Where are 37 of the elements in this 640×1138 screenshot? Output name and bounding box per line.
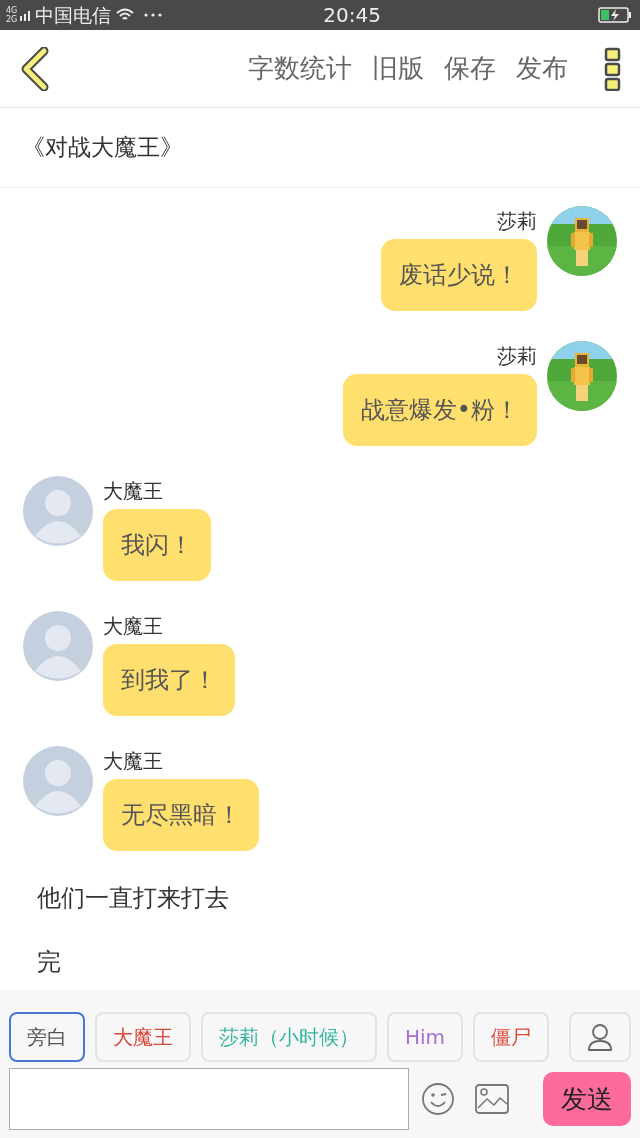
message-bubble: 到我了！ bbox=[103, 644, 235, 716]
more-icon bbox=[143, 12, 164, 18]
carrier-name: 中国电信 bbox=[35, 2, 112, 28]
message-bubble: 我闪！ bbox=[103, 509, 211, 581]
header-action[interactable]: 字数统计 bbox=[248, 49, 352, 88]
header-action[interactable]: 旧版 bbox=[372, 49, 424, 88]
story-title: 《对战大魔王》 bbox=[22, 133, 183, 163]
network-label: 2G bbox=[6, 15, 18, 24]
speaker-name: 莎莉 bbox=[497, 209, 537, 233]
speaker-name: 莎莉 bbox=[497, 344, 537, 368]
speaker-name: 大魔王 bbox=[103, 749, 163, 773]
character-tab[interactable]: 大魔王 bbox=[95, 1012, 191, 1062]
message-bubble: 无尽黑暗！ bbox=[103, 779, 259, 851]
character-tab[interactable]: 僵尸 bbox=[473, 1012, 550, 1062]
narration-text: 他们一直打来打去 bbox=[36, 883, 230, 914]
menu-button[interactable] bbox=[604, 46, 622, 91]
send-button[interactable]: 发送 bbox=[543, 1072, 631, 1126]
speaker-name: 大魔王 bbox=[103, 614, 163, 638]
header-action[interactable]: 保存 bbox=[444, 49, 496, 88]
narration-text: 完 bbox=[36, 947, 62, 978]
person-icon bbox=[588, 1023, 612, 1051]
network-label: 4G bbox=[6, 6, 18, 15]
user-button[interactable] bbox=[569, 1012, 631, 1062]
header-action[interactable]: 发布 bbox=[516, 49, 568, 88]
avatar-icon bbox=[23, 611, 93, 681]
message-input[interactable] bbox=[9, 1068, 409, 1130]
battery-icon bbox=[598, 7, 632, 23]
emoji-button[interactable] bbox=[421, 1082, 455, 1116]
message-bubble: 战意爆发•粉！ bbox=[342, 374, 537, 446]
avatar-icon bbox=[23, 476, 93, 546]
message-bubble: 废话少说！ bbox=[381, 239, 537, 311]
avatar-icon bbox=[23, 746, 93, 816]
character-tab[interactable]: Him bbox=[387, 1012, 464, 1062]
image-button[interactable] bbox=[475, 1084, 509, 1114]
clock: 20:45 bbox=[323, 2, 381, 29]
speaker-name: 大魔王 bbox=[103, 479, 163, 503]
character-tab[interactable]: 旁白 bbox=[9, 1012, 85, 1062]
